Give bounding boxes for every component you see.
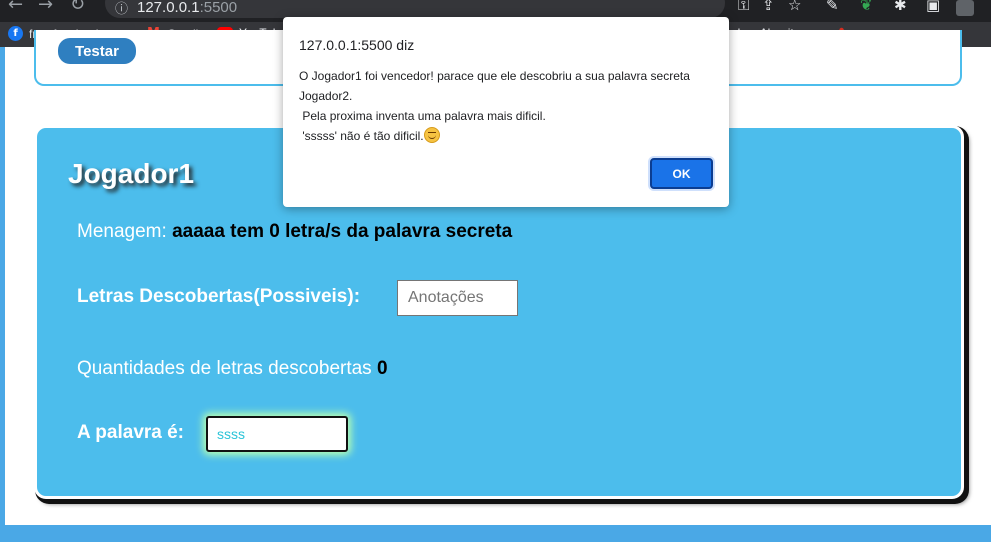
forward-icon[interactable]: → [38, 0, 53, 15]
message-label: Menagem: [77, 221, 167, 242]
alert-dialog: 127.0.0.1:5500 diz O Jogador1 foi venced… [283, 17, 729, 207]
dialog-message: O Jogador1 foi vencedor! parace que ele … [299, 66, 709, 146]
count-value: 0 [376, 358, 388, 379]
word-input[interactable] [206, 416, 348, 452]
notes-input[interactable] [397, 280, 518, 316]
count-label: Quantidades de letras descobertas [77, 358, 372, 379]
star-icon[interactable]: ☆ [788, 0, 801, 14]
facebook-icon: f [8, 26, 23, 41]
letters-label: Letras Descobertas(Possiveis): [77, 286, 361, 307]
test-button[interactable]: Testar [58, 38, 136, 64]
back-icon[interactable]: ← [8, 0, 23, 15]
share-icon[interactable]: ⇪ [762, 0, 775, 14]
pen-extension-icon[interactable]: ✎ [826, 0, 839, 14]
player-title: Jogador1 [68, 158, 195, 189]
key-icon[interactable]: ⚿ [738, 0, 749, 14]
page-bottom-border [0, 525, 991, 542]
dialog-message-text: O Jogador1 foi vencedor! parace que ele … [299, 69, 690, 143]
word-label: A palavra é: [77, 422, 185, 443]
count-row: Quantidades de letras descobertas 0 [77, 358, 388, 380]
ok-button[interactable]: OK [650, 158, 713, 189]
smiling-face-icon [423, 127, 440, 143]
page-left-border [0, 47, 5, 527]
sidepanel-icon[interactable]: ▣ [926, 0, 940, 14]
leaf-extension-icon[interactable]: ❦ [860, 0, 873, 14]
url-text: 127.0.0.1:5500 [137, 0, 238, 16]
puzzle-icon[interactable]: ✱ [894, 0, 907, 14]
reload-icon[interactable]: ↻ [70, 0, 85, 15]
dialog-origin: 127.0.0.1:5500 diz [299, 37, 415, 53]
info-icon[interactable]: ⓘ [115, 0, 128, 17]
message-row: Menagem: aaaaa tem 0 letra/s da palavra … [77, 221, 512, 243]
address-bar[interactable]: ⓘ 127.0.0.1:5500 [105, 0, 725, 18]
message-value: aaaaa tem 0 letra/s da palavra secreta [172, 221, 513, 242]
profile-avatar[interactable] [956, 0, 974, 16]
